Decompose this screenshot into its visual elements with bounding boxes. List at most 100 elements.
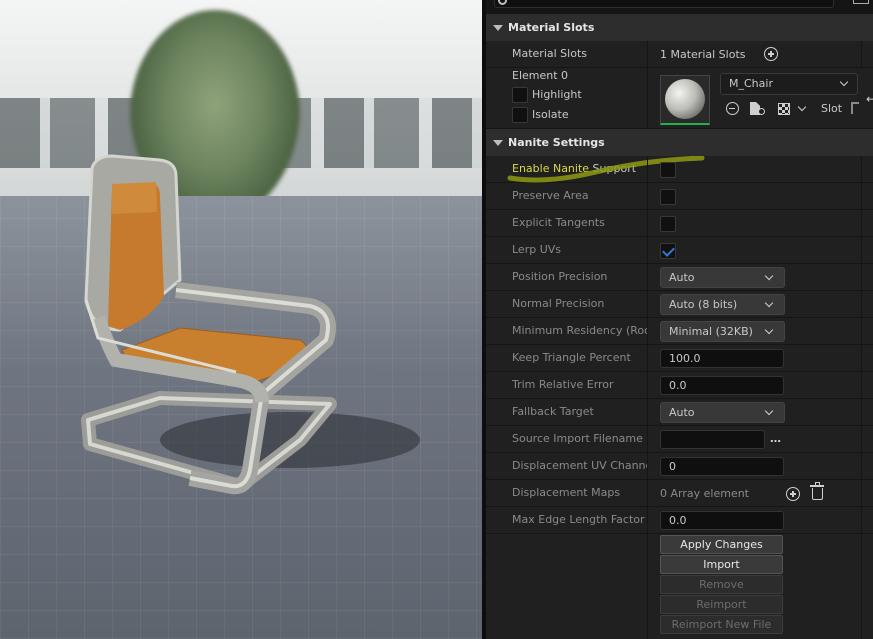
row-divider xyxy=(861,291,862,318)
element-0-row: Element 0 Highlight Isolate M_Chair Slot… xyxy=(486,68,873,129)
level-viewport[interactable] xyxy=(0,0,482,639)
chevron-down-icon xyxy=(764,271,774,281)
material-slots-row: Material Slots 1 Material Slots xyxy=(486,41,873,68)
row-divider xyxy=(647,534,648,639)
material-thumbnail[interactable] xyxy=(660,75,710,125)
checker-texture-icon[interactable] xyxy=(778,103,790,115)
displacement-uv-channel-input[interactable]: 0 xyxy=(660,457,784,476)
material-select[interactable]: M_Chair xyxy=(720,73,858,95)
row-divider xyxy=(647,399,648,426)
row-divider xyxy=(861,399,862,426)
row-divider xyxy=(647,264,648,291)
trash-icon[interactable] xyxy=(810,482,824,500)
row-divider xyxy=(861,156,862,183)
normal-precision-label: Normal Precision xyxy=(512,297,605,310)
material-sphere-icon xyxy=(665,79,705,119)
use-selected-asset-icon[interactable] xyxy=(726,102,739,115)
settings-grid-icon[interactable] xyxy=(853,0,869,4)
minimum-residency-label: Minimum Residency (Root xyxy=(512,324,647,337)
row-divider xyxy=(647,237,648,264)
slot-label: Slot xyxy=(821,102,843,115)
preserve-area-checkbox[interactable] xyxy=(660,189,676,205)
import-button[interactable]: Import xyxy=(660,555,783,574)
highlight-checkbox[interactable] xyxy=(512,87,528,103)
position-precision-select[interactable]: Auto xyxy=(660,267,785,288)
max-edge-length-factor-input[interactable]: 0.0 xyxy=(660,511,784,530)
explicit-tangents-row: Explicit Tangents xyxy=(486,210,873,237)
trim-relative-error-row: Trim Relative Error 0.0 xyxy=(486,372,873,399)
preserve-area-row: Preserve Area xyxy=(486,183,873,210)
row-divider xyxy=(647,453,648,480)
row-divider xyxy=(647,318,648,345)
isolate-checkbox[interactable] xyxy=(512,107,528,123)
source-import-filename-input[interactable] xyxy=(660,430,765,449)
material-slots-label: Material Slots xyxy=(512,47,587,60)
displacement-maps-row: Displacement Maps 0 Array element xyxy=(486,480,873,507)
row-divider xyxy=(647,345,648,372)
reimport-button[interactable]: Reimport xyxy=(660,595,783,614)
displacement-maps-label: Displacement Maps xyxy=(512,486,621,499)
row-divider xyxy=(861,264,862,291)
fallback-target-row: Fallback Target Auto xyxy=(486,399,873,426)
add-material-slot-icon[interactable] xyxy=(764,47,778,61)
displacement-maps-count: 0 Array element xyxy=(660,487,749,500)
displacement-uv-channel-row: Displacement UV Channel 0 xyxy=(486,453,873,480)
position-precision-value: Auto xyxy=(669,271,695,284)
apply-changes-button[interactable]: Apply Changes xyxy=(660,535,783,554)
row-divider xyxy=(647,183,648,210)
lerp-uvs-row: Lerp UVs xyxy=(486,237,873,264)
fallback-target-label: Fallback Target xyxy=(512,405,594,418)
row-divider xyxy=(647,41,648,68)
keep-triangle-percent-label: Keep Triangle Percent xyxy=(512,351,631,364)
position-precision-row: Position Precision Auto xyxy=(486,264,873,291)
panel-top-strip xyxy=(486,0,873,14)
chevron-down-icon[interactable] xyxy=(797,102,807,112)
normal-precision-select[interactable]: Auto (8 bits) xyxy=(660,294,785,315)
explicit-tangents-checkbox[interactable] xyxy=(660,216,676,232)
row-divider xyxy=(647,372,648,399)
enable-nanite-row: Enable Nanite Support xyxy=(486,156,873,183)
collapse-caret-icon xyxy=(493,140,503,146)
add-element-icon[interactable] xyxy=(786,487,800,501)
minimum-residency-select[interactable]: Minimal (32KB) xyxy=(660,321,785,342)
row-divider xyxy=(647,507,648,534)
remove-button[interactable]: Remove xyxy=(660,575,783,594)
chevron-down-icon xyxy=(764,406,774,416)
reset-arrow-icon[interactable]: ↩ xyxy=(866,92,873,106)
isolate-label: Isolate xyxy=(532,108,569,121)
row-divider xyxy=(861,426,862,453)
row-divider xyxy=(861,480,862,507)
explicit-tangents-label: Explicit Tangents xyxy=(512,216,605,229)
chevron-down-icon xyxy=(839,77,849,87)
row-divider xyxy=(861,453,862,480)
highlight-label: Highlight xyxy=(532,88,582,101)
row-divider xyxy=(861,41,862,68)
enable-nanite-checkbox[interactable] xyxy=(660,162,676,178)
trim-relative-error-label: Trim Relative Error xyxy=(512,378,614,391)
browse-search-icon xyxy=(758,108,765,115)
section-nanite-settings[interactable]: Nanite Settings xyxy=(486,129,873,156)
material-name: M_Chair xyxy=(729,77,773,90)
row-divider xyxy=(861,237,862,264)
browse-ellipsis-icon[interactable]: … xyxy=(770,432,782,445)
chair-mesh[interactable] xyxy=(0,0,482,639)
row-divider xyxy=(647,480,648,507)
highlight-underline-stroke xyxy=(507,156,705,183)
section-title: Material Slots xyxy=(508,21,595,34)
lerp-uvs-checkbox[interactable] xyxy=(660,243,676,259)
section-material-slots[interactable]: Material Slots xyxy=(486,14,873,41)
position-precision-label: Position Precision xyxy=(512,270,608,283)
slot-name-icon[interactable] xyxy=(851,102,859,114)
collapse-caret-icon xyxy=(493,25,503,31)
row-divider xyxy=(861,210,862,237)
details-search-input[interactable] xyxy=(494,0,834,8)
source-import-filename-row: Source Import Filename … xyxy=(486,426,873,453)
trim-relative-error-input[interactable]: 0.0 xyxy=(660,376,784,395)
normal-precision-row: Normal Precision Auto (8 bits) xyxy=(486,291,873,318)
fallback-target-select[interactable]: Auto xyxy=(660,402,785,423)
row-divider xyxy=(861,507,862,534)
keep-triangle-percent-input[interactable]: 100.0 xyxy=(660,349,784,368)
row-divider xyxy=(861,318,862,345)
reimport-new-file-button[interactable]: Reimport New File xyxy=(660,615,783,634)
row-divider xyxy=(647,291,648,318)
